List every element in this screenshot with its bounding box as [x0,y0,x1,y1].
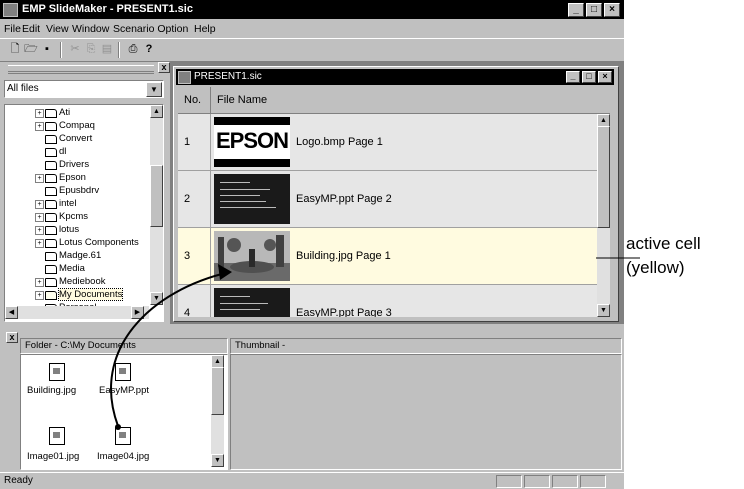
active-cell-callout: active cell (yellow) [626,232,701,280]
arrow-start-dot [115,424,121,430]
drag-arrow [110,271,231,427]
callout-line-1: active cell [626,234,701,253]
arrow-head-icon [218,264,232,280]
callout-line-2: (yellow) [626,258,685,277]
